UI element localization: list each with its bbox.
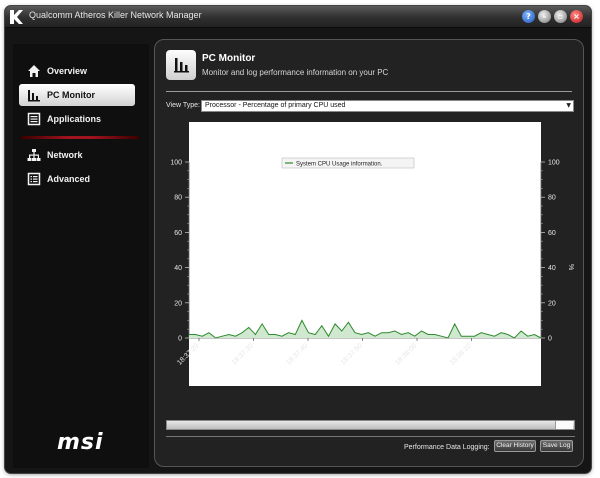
save-log-button[interactable]: Save Log	[540, 440, 573, 452]
sidebar-item-overview[interactable]: Overview	[19, 60, 135, 82]
sidebar-item-label: Applications	[47, 114, 102, 124]
cpu-usage-chart: System CPU Usage information. 0 0 20 20 40 40…	[170, 122, 574, 386]
section-divider	[21, 136, 139, 139]
bar-chart-icon	[28, 90, 40, 102]
footer-divider	[166, 436, 575, 437]
app-window: Qualcomm Atheros Killer Network Manager …	[5, 6, 591, 473]
y-tick-label-right: 0	[548, 336, 552, 343]
window-list-icon	[27, 112, 41, 126]
sidebar-item-label: Advanced	[47, 174, 91, 184]
y-tick-label-left: 0	[178, 336, 182, 343]
window-title: Qualcomm Atheros Killer Network Manager	[29, 10, 202, 20]
network-tree-icon	[27, 149, 41, 161]
y-tick-label-right: 40	[548, 265, 556, 272]
title-bar: Qualcomm Atheros Killer Network Manager …	[5, 6, 591, 28]
restore-icon[interactable]: ▫	[554, 10, 567, 23]
killer-logo-icon	[10, 10, 23, 24]
y-tick-label-left: 80	[174, 195, 182, 202]
view-type-dropdown[interactable]: Processor - Percentage of primary CPU us…	[201, 100, 574, 112]
y-tick-label-right: 100	[548, 160, 560, 167]
chart-scrollbar[interactable]	[166, 420, 575, 430]
sidebar-item-applications[interactable]: Applications	[19, 108, 135, 130]
y-tick-label-left: 40	[174, 265, 182, 272]
header-divider	[166, 91, 572, 92]
view-type-selected: Processor - Percentage of primary CPU us…	[205, 102, 346, 109]
sidebar: Overview PC Monitor Applications Network…	[13, 44, 149, 468]
y-tick-label-left: 60	[174, 230, 182, 237]
y-tick-label-right: 60	[548, 230, 556, 237]
page-subtitle: Monitor and log performance information …	[202, 68, 389, 77]
sidebar-item-advanced[interactable]: Advanced	[19, 168, 135, 190]
main-panel: PC Monitor Monitor and log performance i…	[154, 39, 584, 467]
sidebar-item-pc-monitor[interactable]: PC Monitor	[19, 84, 135, 106]
y-axis-unit-label: %	[567, 264, 574, 270]
y-tick-label-right: 20	[548, 300, 556, 307]
settings-list-icon	[27, 172, 41, 186]
sidebar-item-network[interactable]: Network	[19, 144, 135, 166]
legend-label: System CPU Usage information.	[296, 162, 383, 168]
scrollbar-thumb[interactable]	[555, 421, 573, 429]
sidebar-item-label: Network	[47, 150, 83, 160]
y-tick-label-left: 100	[170, 160, 182, 167]
help-icon[interactable]: ?	[522, 10, 535, 23]
y-tick-label-right: 80	[548, 195, 556, 202]
msi-logo: msi	[57, 430, 104, 455]
bar-chart-icon	[174, 58, 189, 73]
view-type-label: View Type:	[166, 102, 200, 109]
sidebar-item-label: PC Monitor	[47, 90, 95, 100]
chevron-down-icon: ▼	[566, 102, 571, 109]
pc-monitor-header-icon	[166, 50, 196, 80]
close-icon[interactable]: ×	[570, 10, 583, 23]
sidebar-item-label: Overview	[47, 66, 88, 76]
home-icon	[28, 65, 40, 77]
logging-label: Performance Data Logging:	[404, 444, 490, 451]
page-title: PC Monitor	[202, 53, 256, 64]
y-tick-label-left: 20	[174, 300, 182, 307]
minimize-icon[interactable]: –	[538, 10, 551, 23]
clear-history-button[interactable]: Clear History	[494, 440, 536, 452]
